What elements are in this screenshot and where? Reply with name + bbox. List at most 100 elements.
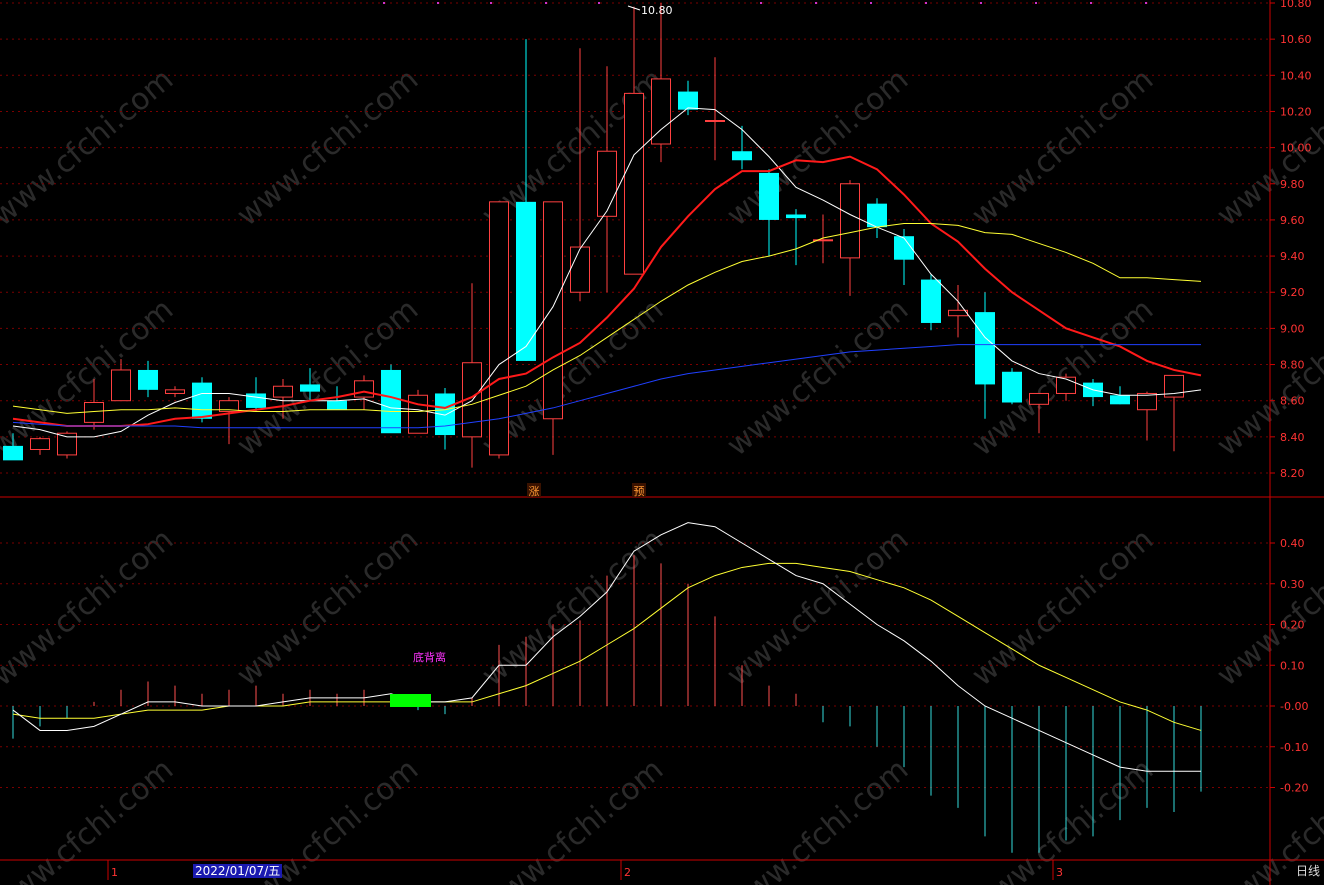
candle bbox=[651, 3, 671, 163]
macd-tick-label: -0.20 bbox=[1280, 782, 1308, 795]
candle-body bbox=[516, 201, 536, 361]
candle-body bbox=[381, 369, 401, 434]
candle bbox=[975, 292, 995, 419]
price-tick-label: 10.00 bbox=[1280, 142, 1312, 155]
candles bbox=[3, 3, 1184, 468]
divergence-marker bbox=[390, 694, 431, 707]
candle-body bbox=[138, 369, 158, 390]
candle bbox=[165, 386, 185, 398]
candle-body bbox=[624, 92, 644, 275]
price-tick-label: 9.20 bbox=[1280, 286, 1305, 299]
stock-chart[interactable]: www.cfchi.com www.cfchi.com www.cfchi.com w… bbox=[0, 0, 1324, 885]
candle bbox=[1002, 368, 1022, 405]
candle bbox=[948, 285, 968, 338]
price-tick-label: 10.20 bbox=[1280, 105, 1312, 118]
top-marker bbox=[925, 2, 927, 4]
top-marker bbox=[437, 2, 439, 4]
period-label[interactable]: 日线 bbox=[1296, 862, 1320, 879]
top-marker bbox=[383, 2, 385, 4]
candle bbox=[30, 436, 50, 455]
candle bbox=[624, 6, 644, 275]
candle bbox=[1137, 391, 1157, 441]
macd-tick-label: 0.30 bbox=[1280, 578, 1305, 591]
candle-body bbox=[705, 120, 725, 122]
macd-tick-label: 0.20 bbox=[1280, 619, 1305, 632]
candle bbox=[867, 198, 887, 238]
watermark-text: www.cfchi.com bbox=[720, 752, 915, 885]
month-tick-label: 3 bbox=[1056, 866, 1063, 879]
price-tick-label: 8.40 bbox=[1280, 431, 1305, 444]
candle bbox=[732, 125, 752, 170]
top-marker bbox=[980, 2, 982, 4]
candle-body bbox=[300, 384, 320, 392]
candle bbox=[435, 388, 455, 450]
watermark-text: www.cfchi.com bbox=[230, 522, 425, 693]
top-marker bbox=[870, 2, 872, 4]
candle-body bbox=[975, 312, 995, 385]
candle bbox=[840, 180, 860, 296]
candle bbox=[543, 201, 563, 455]
candle-body bbox=[1056, 376, 1076, 394]
watermark-layer: www.cfchi.com www.cfchi.com www.cfchi.com w… bbox=[0, 62, 1324, 885]
price-tick-label: 9.40 bbox=[1280, 250, 1305, 263]
candle-body bbox=[111, 369, 131, 402]
top-marker bbox=[1090, 2, 1092, 4]
candle bbox=[759, 169, 779, 257]
candle bbox=[1083, 379, 1103, 407]
candle-body bbox=[948, 309, 968, 317]
candle-body bbox=[921, 279, 941, 323]
candle-body bbox=[570, 246, 590, 293]
high-price-label: 10.80 bbox=[641, 4, 673, 17]
top-marker bbox=[490, 2, 492, 4]
candle bbox=[678, 80, 698, 116]
price-tick-label: 9.80 bbox=[1280, 178, 1305, 191]
candle-body bbox=[273, 385, 293, 398]
candle bbox=[1164, 374, 1184, 452]
price-tick-label: 9.60 bbox=[1280, 214, 1305, 227]
candle-body bbox=[246, 393, 266, 408]
candle bbox=[921, 274, 941, 331]
signal-label: 涨 bbox=[529, 485, 540, 498]
watermark-text: www.cfchi.com bbox=[475, 752, 670, 885]
top-marker bbox=[1035, 2, 1037, 4]
price-tick-label: 9.00 bbox=[1280, 322, 1305, 335]
watermark-text: www.cfchi.com bbox=[475, 522, 670, 693]
candle-body bbox=[354, 380, 374, 398]
price-tick-label: 10.40 bbox=[1280, 69, 1312, 82]
candle-body bbox=[759, 172, 779, 220]
candle-body bbox=[732, 151, 752, 161]
candle-body bbox=[327, 400, 347, 410]
top-marker bbox=[545, 2, 547, 4]
candle-body bbox=[543, 201, 563, 420]
candle bbox=[246, 377, 266, 412]
macd-tick-label: 0.40 bbox=[1280, 537, 1305, 550]
macd-tick-label: -0.10 bbox=[1280, 741, 1308, 754]
candle-body bbox=[1029, 392, 1049, 405]
price-tick-label: 8.60 bbox=[1280, 395, 1305, 408]
month-tick-label: 2 bbox=[624, 866, 631, 879]
top-marker bbox=[598, 2, 600, 4]
watermark-text: www.cfchi.com bbox=[1210, 522, 1324, 693]
price-tick-label: 10.80 bbox=[1280, 0, 1312, 10]
candle-body bbox=[678, 91, 698, 110]
candle-body bbox=[1002, 371, 1022, 403]
price-tick-label: 8.20 bbox=[1280, 467, 1305, 480]
candle bbox=[894, 228, 914, 285]
divergence-annotation: 底背离 bbox=[413, 650, 446, 664]
candle-body bbox=[192, 382, 212, 419]
candle-body bbox=[786, 214, 806, 219]
candle-body bbox=[651, 78, 671, 145]
candle-body bbox=[597, 150, 617, 217]
watermark-text: www.cfchi.com bbox=[720, 292, 915, 463]
top-marker bbox=[815, 2, 817, 4]
watermark-text: www.cfchi.com bbox=[1210, 292, 1324, 463]
month-tick-label: 1 bbox=[111, 866, 118, 879]
candle-body bbox=[840, 183, 860, 259]
candle-body bbox=[165, 389, 185, 394]
macd-tick-label: 0.10 bbox=[1280, 659, 1305, 672]
price-tick-label: 10.60 bbox=[1280, 33, 1312, 46]
top-marker bbox=[760, 2, 762, 4]
watermark-text: www.cfchi.com bbox=[0, 752, 180, 885]
candle-body bbox=[1137, 392, 1157, 411]
candle bbox=[786, 209, 806, 266]
